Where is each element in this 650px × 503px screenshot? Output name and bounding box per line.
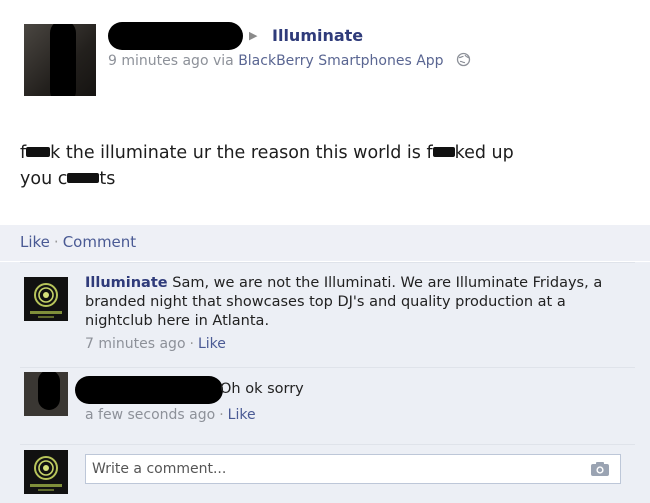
censor-bar bbox=[26, 147, 51, 157]
comment-timestamp[interactable]: a few seconds ago bbox=[85, 407, 215, 423]
triangle-right-icon: ▶ bbox=[249, 29, 258, 42]
censor-bar bbox=[67, 173, 100, 183]
message-part-5: ts bbox=[99, 169, 116, 189]
comment-like-link[interactable]: Like bbox=[198, 336, 226, 352]
avatar-redaction bbox=[50, 24, 76, 96]
comment-meta-row: a few seconds ago · Like bbox=[85, 406, 485, 425]
message-part-3: ked up bbox=[454, 143, 514, 163]
app-link[interactable]: BlackBerry Smartphones App bbox=[238, 53, 443, 69]
message-part-2: k the illuminate ur the reason this worl… bbox=[50, 143, 433, 163]
illuminate-logo-icon bbox=[24, 450, 68, 494]
facebook-post: ▶ Illuminate 9 minutes ago via BlackBerr… bbox=[0, 0, 650, 503]
like-link[interactable]: Like bbox=[20, 233, 50, 251]
comments-section: Illuminate Sam, we are not the Illuminat… bbox=[0, 262, 650, 503]
comment-item: Illuminate Sam, we are not the Illuminat… bbox=[20, 262, 635, 368]
via-label: via bbox=[212, 53, 234, 69]
poster-name-redaction bbox=[108, 22, 243, 50]
comment-input-placeholder: Write a comment... bbox=[92, 461, 227, 477]
post-actions: Like · Comment bbox=[20, 233, 136, 251]
post-timestamp[interactable]: 9 minutes ago bbox=[108, 53, 209, 69]
comment-text: Oh ok sorry bbox=[220, 381, 304, 397]
commenter-name-redaction bbox=[75, 376, 223, 404]
comment-meta: a few seconds ago · Like bbox=[85, 406, 485, 425]
post-actions-bar: Like · Comment bbox=[0, 225, 650, 261]
comment-text-block: Illuminate Sam, we are not the Illuminat… bbox=[85, 274, 625, 331]
message-part-4: you c bbox=[20, 169, 68, 189]
camera-icon[interactable] bbox=[590, 461, 610, 481]
commenter-avatar[interactable] bbox=[24, 372, 68, 416]
comment-timestamp[interactable]: 7 minutes ago bbox=[85, 336, 186, 352]
illuminate-logo-icon[interactable] bbox=[24, 277, 68, 321]
commenter-avatar-redaction bbox=[38, 372, 60, 410]
censor-bar bbox=[432, 147, 455, 157]
comment-author-link[interactable]: Illuminate bbox=[85, 275, 168, 291]
comment-input[interactable]: Write a comment... bbox=[85, 454, 621, 484]
comment-body: Oh ok sorry bbox=[220, 380, 520, 399]
comment-body: Illuminate Sam, we are not the Illuminat… bbox=[85, 274, 625, 354]
post-target-link[interactable]: Illuminate bbox=[272, 26, 363, 45]
meta-separator: · bbox=[219, 407, 224, 423]
globe-icon[interactable] bbox=[456, 52, 471, 71]
comment-like-link[interactable]: Like bbox=[228, 407, 256, 423]
meta-separator: · bbox=[189, 336, 194, 352]
poster-avatar[interactable] bbox=[24, 24, 96, 96]
post-message: fk the illuminate ur the reason this wor… bbox=[20, 140, 620, 192]
post-meta: 9 minutes ago via BlackBerry Smartphones… bbox=[108, 52, 471, 71]
action-separator: · bbox=[53, 233, 59, 251]
comment-link[interactable]: Comment bbox=[63, 233, 137, 251]
comment-item: Oh ok sorry a few seconds ago · Like bbox=[20, 367, 635, 445]
comment-meta: 7 minutes ago · Like bbox=[85, 335, 625, 354]
comment-composer: Write a comment... bbox=[20, 444, 635, 497]
